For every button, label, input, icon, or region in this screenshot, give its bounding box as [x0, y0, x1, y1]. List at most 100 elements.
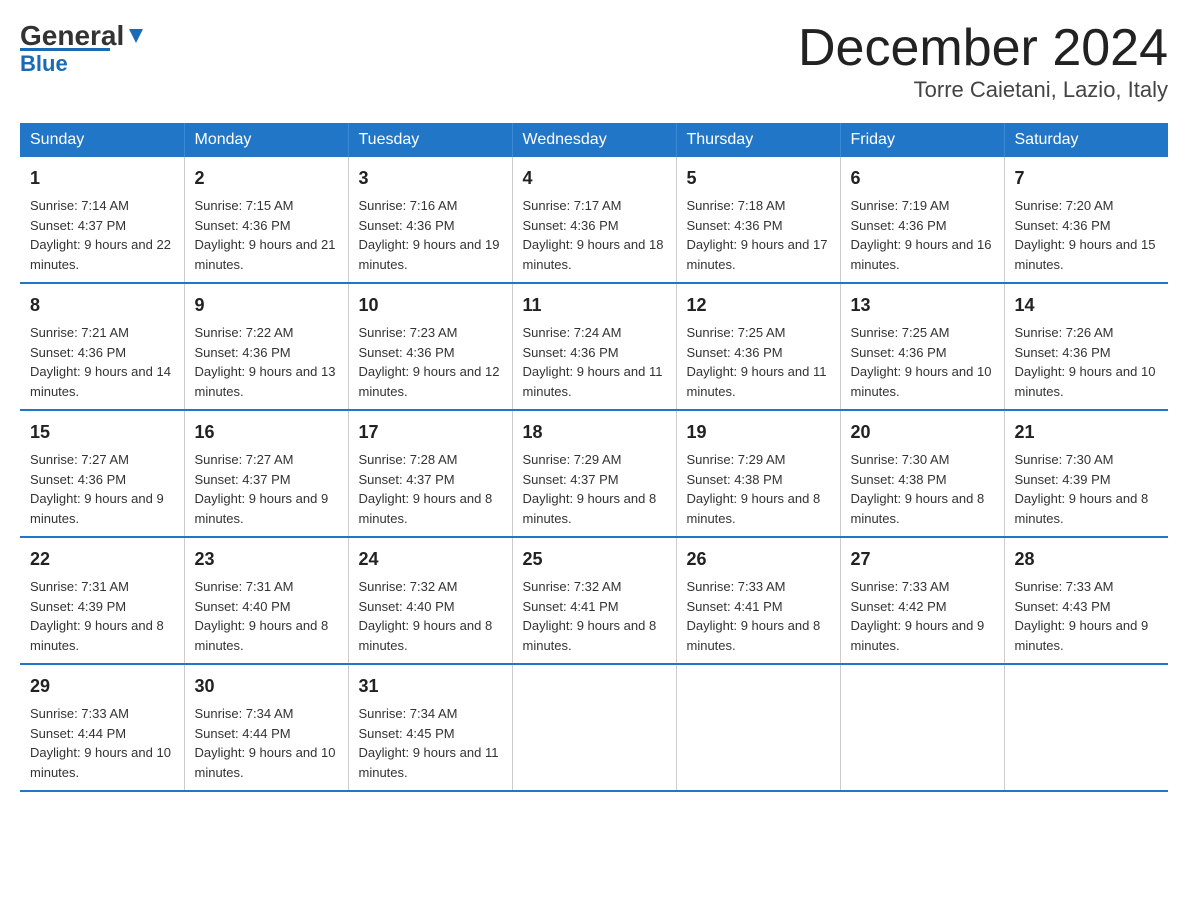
calendar-cell-w1-d4: 4 Sunrise: 7:17 AMSunset: 4:36 PMDaylight… [512, 157, 676, 283]
calendar-cell-w5-d7 [1004, 664, 1168, 791]
calendar-header: SundayMondayTuesdayWednesdayThursdayFrid… [20, 123, 1168, 157]
weekday-header-wednesday: Wednesday [512, 123, 676, 157]
day-number: 4 [523, 165, 666, 192]
day-info: Sunrise: 7:31 AMSunset: 4:40 PMDaylight:… [195, 577, 338, 655]
calendar-cell-w4-d5: 26 Sunrise: 7:33 AMSunset: 4:41 PMDayligh… [676, 537, 840, 664]
weekday-header-monday: Monday [184, 123, 348, 157]
day-info: Sunrise: 7:31 AMSunset: 4:39 PMDaylight:… [30, 577, 174, 655]
weekday-header-thursday: Thursday [676, 123, 840, 157]
calendar-week-4: 22 Sunrise: 7:31 AMSunset: 4:39 PMDayligh… [20, 537, 1168, 664]
day-number: 17 [359, 419, 502, 446]
day-info: Sunrise: 7:29 AMSunset: 4:38 PMDaylight:… [687, 450, 830, 528]
day-number: 14 [1015, 292, 1159, 319]
calendar-cell-w1-d3: 3 Sunrise: 7:16 AMSunset: 4:36 PMDaylight… [348, 157, 512, 283]
day-number: 31 [359, 673, 502, 700]
day-number: 10 [359, 292, 502, 319]
day-info: Sunrise: 7:19 AMSunset: 4:36 PMDaylight:… [851, 196, 994, 274]
day-number: 3 [359, 165, 502, 192]
day-info: Sunrise: 7:25 AMSunset: 4:36 PMDaylight:… [687, 323, 830, 401]
calendar-cell-w2-d6: 13 Sunrise: 7:25 AMSunset: 4:36 PMDayligh… [840, 283, 1004, 410]
location-title: Torre Caietani, Lazio, Italy [798, 77, 1168, 103]
calendar-cell-w1-d5: 5 Sunrise: 7:18 AMSunset: 4:36 PMDaylight… [676, 157, 840, 283]
day-info: Sunrise: 7:34 AMSunset: 4:44 PMDaylight:… [195, 704, 338, 782]
calendar-cell-w3-d2: 16Sunrise: 7:27 AMSunset: 4:37 PMDayligh… [184, 410, 348, 537]
day-info: Sunrise: 7:14 AMSunset: 4:37 PMDaylight:… [30, 196, 174, 274]
day-number: 30 [195, 673, 338, 700]
day-number: 5 [687, 165, 830, 192]
day-info: Sunrise: 7:22 AMSunset: 4:36 PMDaylight:… [195, 323, 338, 401]
day-number: 1 [30, 165, 174, 192]
day-info: Sunrise: 7:23 AMSunset: 4:36 PMDaylight:… [359, 323, 502, 401]
day-number: 25 [523, 546, 666, 573]
page-header: General Blue December 2024 Torre Caietan… [20, 20, 1168, 103]
day-number: 9 [195, 292, 338, 319]
day-number: 18 [523, 419, 666, 446]
day-number: 20 [851, 419, 994, 446]
day-info: Sunrise: 7:32 AMSunset: 4:40 PMDaylight:… [359, 577, 502, 655]
day-number: 19 [687, 419, 830, 446]
calendar-week-2: 8Sunrise: 7:21 AMSunset: 4:36 PMDaylight… [20, 283, 1168, 410]
day-number: 15 [30, 419, 174, 446]
day-info: Sunrise: 7:30 AMSunset: 4:38 PMDaylight:… [851, 450, 994, 528]
day-number: 7 [1015, 165, 1159, 192]
calendar-cell-w1-d6: 6 Sunrise: 7:19 AMSunset: 4:36 PMDaylight… [840, 157, 1004, 283]
day-info: Sunrise: 7:27 AMSunset: 4:36 PMDaylight:… [30, 450, 174, 528]
day-info: Sunrise: 7:26 AMSunset: 4:36 PMDaylight:… [1015, 323, 1159, 401]
day-number: 29 [30, 673, 174, 700]
calendar-cell-w4-d1: 22 Sunrise: 7:31 AMSunset: 4:39 PMDayligh… [20, 537, 184, 664]
calendar-cell-w3-d4: 18Sunrise: 7:29 AMSunset: 4:37 PMDayligh… [512, 410, 676, 537]
day-info: Sunrise: 7:25 AMSunset: 4:36 PMDaylight:… [851, 323, 994, 401]
title-block: December 2024 Torre Caietani, Lazio, Ita… [798, 20, 1168, 103]
calendar-cell-w3-d7: 21Sunrise: 7:30 AMSunset: 4:39 PMDayligh… [1004, 410, 1168, 537]
day-info: Sunrise: 7:33 AMSunset: 4:44 PMDaylight:… [30, 704, 174, 782]
day-number: 28 [1015, 546, 1159, 573]
calendar-cell-w2-d4: 11 Sunrise: 7:24 AMSunset: 4:36 PMDayligh… [512, 283, 676, 410]
day-info: Sunrise: 7:18 AMSunset: 4:36 PMDaylight:… [687, 196, 830, 274]
day-info: Sunrise: 7:33 AMSunset: 4:41 PMDaylight:… [687, 577, 830, 655]
day-info: Sunrise: 7:24 AMSunset: 4:36 PMDaylight:… [523, 323, 666, 401]
month-title: December 2024 [798, 20, 1168, 77]
day-number: 16 [195, 419, 338, 446]
day-number: 11 [523, 292, 666, 319]
day-info: Sunrise: 7:30 AMSunset: 4:39 PMDaylight:… [1015, 450, 1159, 528]
calendar-cell-w4-d7: 28Sunrise: 7:33 AMSunset: 4:43 PMDayligh… [1004, 537, 1168, 664]
day-info: Sunrise: 7:21 AMSunset: 4:36 PMDaylight:… [30, 323, 174, 401]
logo-triangle-icon [125, 25, 147, 47]
calendar-table: SundayMondayTuesdayWednesdayThursdayFrid… [20, 123, 1168, 792]
day-info: Sunrise: 7:34 AMSunset: 4:45 PMDaylight:… [359, 704, 502, 782]
day-info: Sunrise: 7:16 AMSunset: 4:36 PMDaylight:… [359, 196, 502, 274]
day-number: 22 [30, 546, 174, 573]
calendar-cell-w5-d5 [676, 664, 840, 791]
day-number: 13 [851, 292, 994, 319]
calendar-cell-w5-d2: 30 Sunrise: 7:34 AMSunset: 4:44 PMDayligh… [184, 664, 348, 791]
day-number: 27 [851, 546, 994, 573]
day-info: Sunrise: 7:32 AMSunset: 4:41 PMDaylight:… [523, 577, 666, 655]
calendar-cell-w5-d6 [840, 664, 1004, 791]
calendar-cell-w4-d2: 23Sunrise: 7:31 AMSunset: 4:40 PMDayligh… [184, 537, 348, 664]
calendar-cell-w3-d1: 15 Sunrise: 7:27 AMSunset: 4:36 PMDayligh… [20, 410, 184, 537]
calendar-cell-w1-d2: 2 Sunrise: 7:15 AMSunset: 4:36 PMDaylight… [184, 157, 348, 283]
logo-blue-text: Blue [20, 51, 148, 77]
weekday-header-saturday: Saturday [1004, 123, 1168, 157]
day-number: 26 [687, 546, 830, 573]
calendar-cell-w3-d6: 20 Sunrise: 7:30 AMSunset: 4:38 PMDayligh… [840, 410, 1004, 537]
calendar-week-3: 15 Sunrise: 7:27 AMSunset: 4:36 PMDayligh… [20, 410, 1168, 537]
weekday-header-tuesday: Tuesday [348, 123, 512, 157]
weekday-header-friday: Friday [840, 123, 1004, 157]
day-info: Sunrise: 7:28 AMSunset: 4:37 PMDaylight:… [359, 450, 502, 528]
calendar-cell-w4-d6: 27 Sunrise: 7:33 AMSunset: 4:42 PMDayligh… [840, 537, 1004, 664]
day-number: 2 [195, 165, 338, 192]
logo: General Blue [20, 20, 148, 77]
calendar-cell-w2-d1: 8Sunrise: 7:21 AMSunset: 4:36 PMDaylight… [20, 283, 184, 410]
calendar-cell-w5-d1: 29 Sunrise: 7:33 AMSunset: 4:44 PMDayligh… [20, 664, 184, 791]
day-number: 6 [851, 165, 994, 192]
day-info: Sunrise: 7:20 AMSunset: 4:36 PMDaylight:… [1015, 196, 1159, 274]
calendar-week-1: 1 Sunrise: 7:14 AMSunset: 4:37 PMDaylight… [20, 157, 1168, 283]
day-info: Sunrise: 7:33 AMSunset: 4:42 PMDaylight:… [851, 577, 994, 655]
calendar-cell-w4-d4: 25 Sunrise: 7:32 AMSunset: 4:41 PMDayligh… [512, 537, 676, 664]
calendar-cell-w3-d3: 17 Sunrise: 7:28 AMSunset: 4:37 PMDayligh… [348, 410, 512, 537]
calendar-body: 1 Sunrise: 7:14 AMSunset: 4:37 PMDaylight… [20, 157, 1168, 791]
day-info: Sunrise: 7:17 AMSunset: 4:36 PMDaylight:… [523, 196, 666, 274]
day-info: Sunrise: 7:15 AMSunset: 4:36 PMDaylight:… [195, 196, 338, 274]
calendar-week-5: 29 Sunrise: 7:33 AMSunset: 4:44 PMDayligh… [20, 664, 1168, 791]
